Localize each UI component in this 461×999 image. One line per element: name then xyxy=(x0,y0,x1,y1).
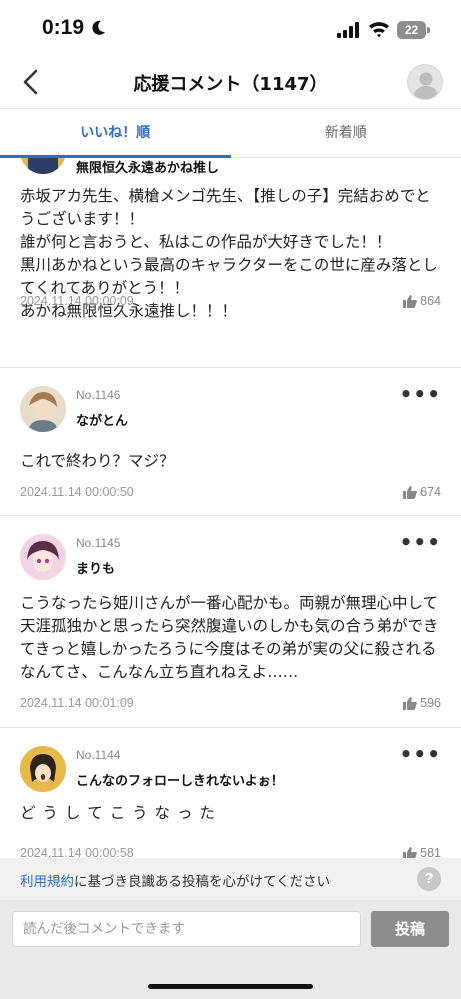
comment-item: No.1145 ••• まりも こうなったら姫川さんが一番心配かも。両親が無理心… xyxy=(0,516,461,728)
terms-notice: 利用規約に基づき良識ある投稿を心がけてください ? xyxy=(0,858,461,900)
thumbs-up-icon xyxy=(403,696,417,710)
post-button[interactable]: 投稿 xyxy=(371,911,449,947)
thumbs-up-icon xyxy=(403,846,417,858)
notice-message: に基づき良識ある投稿を心がけてください xyxy=(74,874,331,890)
commenter-name: 無限恒久永遠あかね推し xyxy=(76,161,220,176)
comment-number: No.1146 xyxy=(76,388,121,402)
like-count: 596 xyxy=(420,696,441,710)
battery-icon: 22 xyxy=(397,21,430,39)
like-count: 674 xyxy=(420,485,441,499)
battery-level: 22 xyxy=(404,23,419,37)
commenter-name: ながとん xyxy=(76,414,129,429)
tab-newest[interactable]: 新着順 xyxy=(231,109,461,157)
like-button[interactable]: 864 xyxy=(403,294,441,308)
status-time: 0:19 xyxy=(42,16,85,39)
status-bar: 0:19 22 xyxy=(0,0,461,60)
like-button[interactable]: 596 xyxy=(403,696,441,710)
thumbs-up-icon xyxy=(403,294,417,308)
terms-link[interactable]: 利用規約 xyxy=(20,874,74,890)
more-options-icon[interactable]: ••• xyxy=(400,742,441,766)
moon-icon xyxy=(92,20,105,35)
comment-date: 2024.11.14 00:00:50 xyxy=(20,485,134,499)
notice-text: 利用規約に基づき良識ある投稿を心がけてください xyxy=(20,870,330,890)
commenter-name: こんなのフォローしきれないよぉ！ xyxy=(76,774,284,789)
comment-list[interactable]: 無限恒久永遠あかね推し 赤坂アカ先生、横槍メンゴ先生、【推しの子】完結おめでとう… xyxy=(0,158,461,858)
comment-text: これで終わり？マジ？ xyxy=(20,452,175,470)
commenter-avatar[interactable] xyxy=(20,158,66,174)
comment-item: 無限恒久永遠あかね推し 赤坂アカ先生、横槍メンゴ先生、【推しの子】完結おめでとう… xyxy=(0,158,461,368)
signal-icon xyxy=(337,22,359,38)
sort-tabs: いいね！順 新着順 xyxy=(0,108,461,158)
commenter-avatar[interactable] xyxy=(20,386,66,432)
user-avatar-icon[interactable] xyxy=(407,64,443,100)
commenter-name: まりも xyxy=(76,562,116,577)
comment-number: No.1145 xyxy=(76,536,121,550)
home-indicator[interactable] xyxy=(148,984,313,989)
comment-text: こうなったら姫川さんが一番心配かも。両親が無理心中して天涯孤独かと思ったら突然腹… xyxy=(20,594,439,681)
comment-text: ど う し て こ う な っ た xyxy=(20,804,216,822)
comment-composer: 投稿 xyxy=(0,900,461,999)
help-icon[interactable]: ? xyxy=(417,867,441,891)
comment-item: No.1146 ••• ながとん これで終わり？マジ？ 2024.11.14 0… xyxy=(0,368,461,516)
like-button[interactable]: 674 xyxy=(403,485,441,499)
thumbs-up-icon xyxy=(403,485,417,499)
wifi-icon xyxy=(369,22,389,38)
more-options-icon[interactable]: ••• xyxy=(400,530,441,554)
comment-input[interactable] xyxy=(12,911,361,947)
commenter-avatar[interactable] xyxy=(20,534,66,580)
like-count: 581 xyxy=(420,846,441,858)
more-options-icon[interactable]: ••• xyxy=(400,382,441,406)
commenter-avatar[interactable] xyxy=(20,746,66,792)
like-count: 864 xyxy=(420,294,441,308)
comment-date: 2024.11.14 00:00:09 xyxy=(20,294,134,308)
comment-date: 2024.11.14 00:00:58 xyxy=(20,846,134,858)
comment-date: 2024.11.14 00:01:09 xyxy=(20,696,134,710)
tab-likes[interactable]: いいね！順 xyxy=(0,109,231,158)
like-button[interactable]: 581 xyxy=(403,846,441,858)
page-title: 応援コメント（1147） xyxy=(133,74,328,95)
comment-item: No.1144 ••• こんなのフォローしきれないよぉ！ ど う し て こ う… xyxy=(0,728,461,858)
comment-number: No.1144 xyxy=(76,748,121,762)
header: 応援コメント（1147） xyxy=(0,58,461,106)
